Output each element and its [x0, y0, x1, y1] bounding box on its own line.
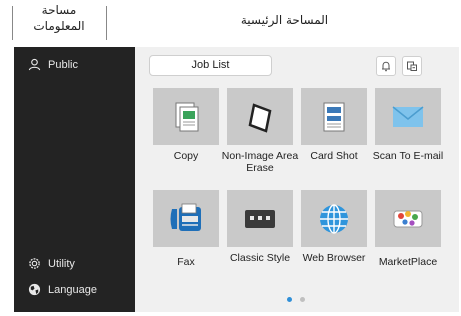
header-divider-right [106, 6, 107, 40]
main-area-title: المساحة الرئيسية [240, 13, 329, 27]
info-area-label-line1: مساحة [41, 3, 77, 17]
marketplace-icon [393, 210, 423, 227]
info-area-label-line2: المعلومات [33, 19, 85, 33]
card-shot-icon [323, 102, 345, 131]
bell-icon[interactable] [376, 56, 396, 76]
sidebar-item-utility[interactable]: Utility [28, 257, 75, 270]
tile-label: Fax [177, 256, 195, 268]
page-indicator [287, 297, 305, 302]
header-bar: مساحة المعلومات المساحة الرئيسية [0, 0, 461, 44]
header-divider-left [12, 6, 13, 40]
non-image-erase-icon [248, 102, 272, 133]
tile-label: Copy [173, 150, 199, 162]
device-status-icon[interactable] [402, 56, 422, 76]
sidebar-item-language[interactable]: Language [28, 283, 97, 296]
tile-marketplace[interactable]: MarketPlace [373, 190, 443, 310]
gear-icon [29, 258, 40, 269]
tile-web-browser[interactable]: Web Browser [299, 190, 369, 310]
tile-label: Scan To E-mail [372, 150, 444, 162]
info-area-tab[interactable]: مساحة المعلومات [14, 2, 104, 34]
status-icons [376, 56, 422, 76]
scan-email-icon [392, 105, 424, 127]
sidebar: Public Utility Language [14, 47, 135, 312]
tile-label: Non-Image Area Erase [221, 150, 299, 174]
sidebar-item-public[interactable]: Public [28, 58, 78, 71]
job-list-button[interactable]: Job List [149, 55, 272, 76]
tile-label: Card Shot [310, 150, 358, 162]
web-browser-icon [320, 203, 348, 234]
globe-icon [28, 283, 41, 296]
tile-label: MarketPlace [378, 256, 438, 268]
tile-label: Classic Style [229, 252, 291, 264]
sidebar-item-label: Utility [48, 257, 75, 270]
tile-fax[interactable]: Fax [151, 190, 221, 310]
sidebar-item-label: Language [48, 283, 97, 296]
tile-classic-style[interactable]: Classic Style [225, 190, 295, 310]
sidebar-item-label: Public [48, 58, 78, 71]
fax-icon [170, 203, 201, 231]
home-screen: Job List Copy Non-Image Area Erase Card … [135, 47, 459, 312]
page-dot-2[interactable] [300, 297, 305, 302]
copy-icon [175, 102, 199, 131]
user-icon [28, 58, 41, 71]
tile-label: Web Browser [302, 252, 366, 264]
classic-style-icon [245, 209, 275, 228]
page-dot-1[interactable] [287, 297, 292, 302]
